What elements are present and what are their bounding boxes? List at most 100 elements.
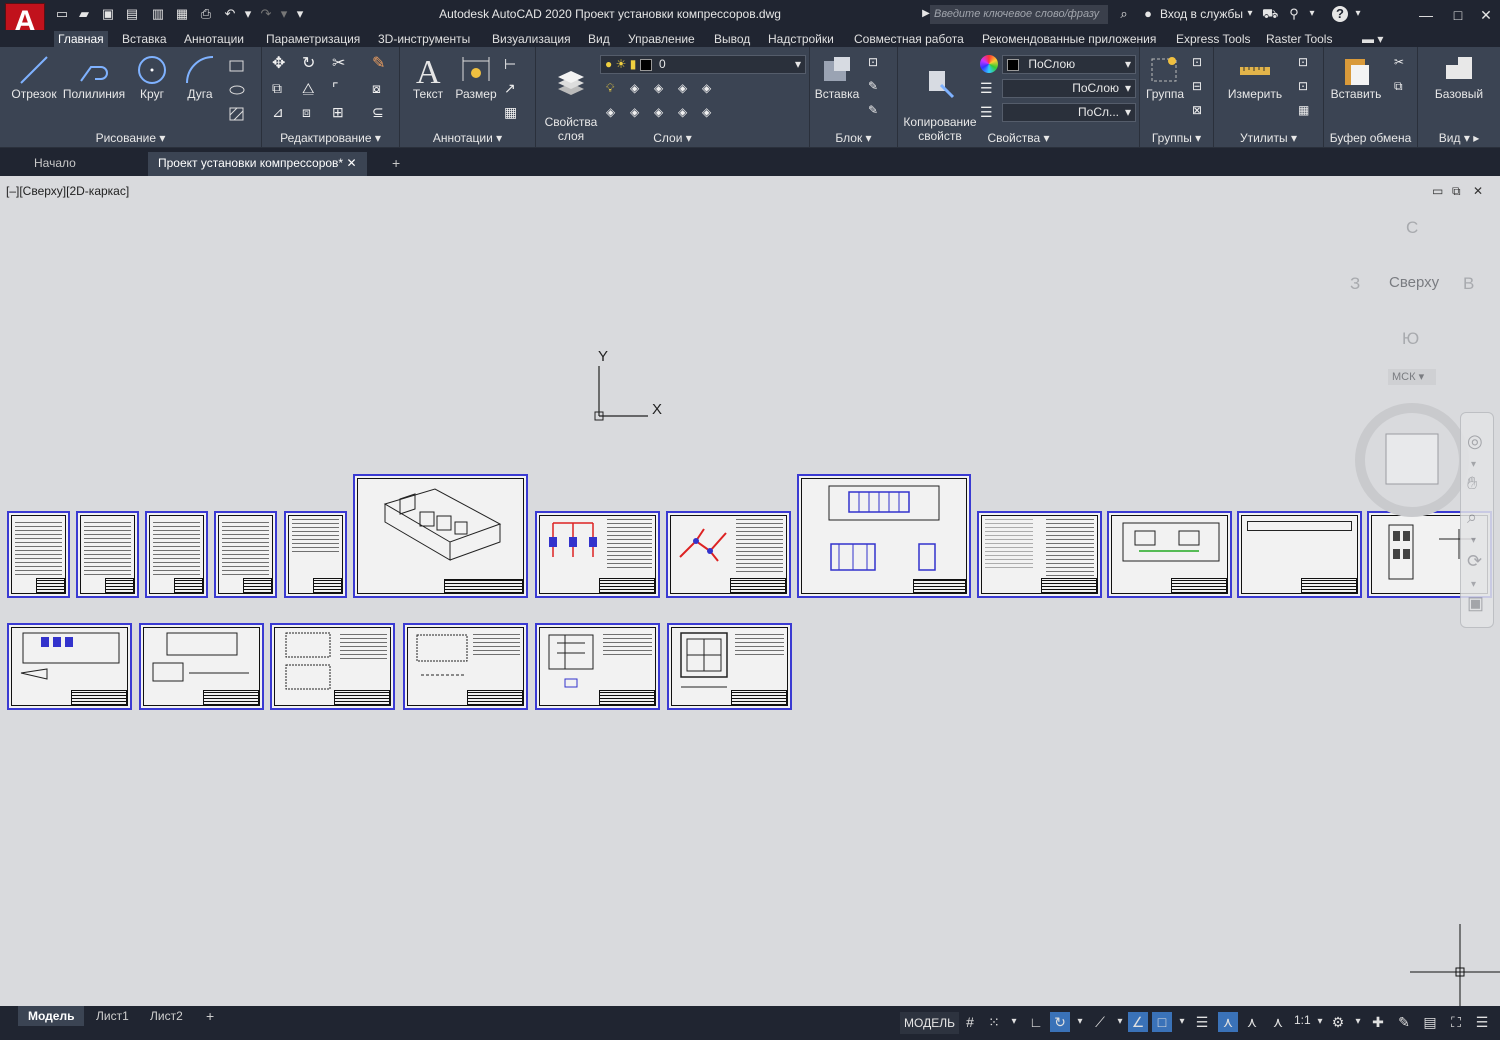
compass-north[interactable]: С — [1406, 218, 1418, 238]
steering-wheel-dropdown-icon[interactable]: ▾ — [1471, 459, 1476, 470]
quick-select-icon[interactable]: ⊡ — [1298, 55, 1316, 73]
viewport-minimize-icon[interactable]: ▭ — [1432, 184, 1443, 198]
paste-button[interactable]: Вставить — [1328, 53, 1384, 101]
linear-dim-icon[interactable]: ⊢ — [504, 55, 522, 73]
user-icon[interactable]: ● — [1140, 6, 1156, 22]
color-dropdown[interactable]: ПоСлою ▾ — [1002, 55, 1136, 74]
viewcube[interactable] — [1352, 402, 1472, 522]
lineweight-icon[interactable]: ☰ — [980, 79, 998, 97]
hardware-acceleration-icon[interactable]: ▤ — [1420, 1012, 1440, 1032]
linetype-icon[interactable]: ☰ — [980, 103, 998, 121]
erase-icon[interactable]: ✎ — [372, 55, 390, 73]
showmotion-icon[interactable]: ▣ — [1467, 593, 1484, 614]
help-icon[interactable]: ? — [1332, 6, 1348, 22]
polar-icon[interactable]: ↻ — [1050, 1012, 1070, 1032]
drawing-sheet[interactable] — [1107, 511, 1232, 598]
text-button[interactable]: A Текст — [408, 53, 448, 101]
scale-icon[interactable]: ⧈ — [302, 103, 320, 121]
drawing-sheet[interactable] — [535, 511, 660, 598]
tab-collaborate[interactable]: Совместная работа — [850, 31, 968, 47]
layer-off-icon[interactable]: 💡︎ — [606, 81, 624, 99]
panel-view-title[interactable]: Вид ▾ ▸ — [1418, 131, 1500, 145]
drawing-sheet[interactable] — [139, 623, 264, 710]
units-icon[interactable]: ✎ — [1394, 1012, 1414, 1032]
search-input[interactable]: Введите ключевое слово/фразу — [930, 5, 1108, 24]
calculator-icon[interactable]: ▦ — [1298, 103, 1316, 121]
tab-annotate[interactable]: Аннотации — [180, 31, 248, 47]
panel-properties-title[interactable]: Свойства ▾ — [898, 131, 1139, 145]
maximize-icon[interactable]: □ — [1448, 5, 1468, 25]
linetype-dropdown[interactable]: ПоСлою ▾ — [1002, 79, 1136, 98]
orbit-dropdown-icon[interactable]: ▾ — [1471, 579, 1476, 590]
drawing-sheet[interactable] — [977, 511, 1102, 598]
tab-drawing[interactable]: Проект установки компрессоров* ✕ — [148, 152, 367, 176]
viewport-close-icon[interactable]: ✕ — [1473, 184, 1483, 198]
layout-tab-model[interactable]: Модель — [18, 1006, 85, 1026]
rectangle-icon[interactable] — [228, 57, 246, 75]
match-properties-button[interactable]: Копирование свойств — [900, 53, 980, 143]
line-button[interactable]: Отрезок — [8, 53, 60, 101]
lineweight-display-icon[interactable]: ☰ — [1192, 1012, 1212, 1032]
workspace-gear-icon[interactable]: ⚙ — [1328, 1012, 1348, 1032]
zoom-extents-icon[interactable]: ⌕ — [1467, 507, 1477, 528]
annotation-scale-value[interactable]: 1:1 — [1294, 1013, 1311, 1027]
drawing-sheet[interactable] — [284, 511, 347, 598]
group-button[interactable]: Группа — [1142, 53, 1188, 101]
leader-icon[interactable]: ↗ — [504, 79, 522, 97]
tab-close-icon[interactable]: ✕ — [346, 156, 356, 170]
drawing-sheet[interactable] — [666, 511, 791, 598]
pan-icon[interactable]: ✋︎ — [1467, 473, 1477, 494]
select-all-icon[interactable]: ⊡ — [1298, 79, 1316, 97]
lineweight-dropdown[interactable]: ПоСл... ▾ — [1002, 103, 1136, 122]
array-icon[interactable]: ⊞ — [332, 103, 350, 121]
panel-clipboard-title[interactable]: Буфер обмена — [1324, 131, 1417, 145]
help-dropdown-icon[interactable]: ▾ — [1350, 6, 1366, 22]
a360-icon[interactable]: ⚲ — [1286, 6, 1302, 22]
layout-tab-sheet2[interactable]: Лист2 — [140, 1006, 193, 1026]
tab-view[interactable]: Вид — [584, 31, 614, 47]
layer-isolate-icon[interactable]: ◈ — [630, 81, 648, 99]
hatch-icon[interactable] — [228, 105, 246, 123]
isodraft-dropdown-icon[interactable]: ▾ — [1110, 1012, 1130, 1032]
drawing-sheet[interactable] — [76, 511, 139, 598]
cart-icon[interactable]: ⛟ — [1262, 6, 1278, 22]
snap-dropdown-icon[interactable]: ▾ — [1004, 1012, 1024, 1032]
arc-button[interactable]: Дуга — [180, 53, 220, 101]
panel-annotation-title[interactable]: Аннотации ▾ — [400, 131, 535, 145]
drawing-sheet[interactable] — [667, 623, 792, 710]
compass-south[interactable]: Ю — [1402, 329, 1419, 349]
annotation-scale-icon[interactable]: ⋏ — [1268, 1012, 1288, 1032]
group-select-icon[interactable]: ⊠ — [1192, 103, 1210, 121]
add-layout-icon[interactable]: + — [196, 1006, 224, 1026]
ungroup-icon[interactable]: ⊡ — [1192, 55, 1210, 73]
trim-icon[interactable]: ✂ — [332, 55, 350, 73]
a360-dropdown-icon[interactable]: ▾ — [1304, 6, 1320, 22]
clean-screen-icon[interactable]: ⛶ — [1446, 1012, 1466, 1032]
object-snap-tracking-icon[interactable]: ∠ — [1128, 1012, 1148, 1032]
drawing-viewport[interactable]: [–][Сверху][2D-каркас] ▭ ⧉ ✕ Y X Сверху … — [0, 176, 1500, 1006]
object-snap-dropdown-icon[interactable]: ▾ — [1172, 1012, 1192, 1032]
viewcube-face-label[interactable]: Сверху — [1389, 274, 1439, 291]
drawing-sheet[interactable] — [270, 623, 395, 710]
layer-previous-icon[interactable]: ◈ — [654, 105, 672, 123]
tab-parametric[interactable]: Параметризация — [262, 31, 364, 47]
tab-insert[interactable]: Вставка — [118, 31, 171, 47]
annotation-visibility-icon[interactable]: ⋏ — [1218, 1012, 1238, 1032]
group-edit-icon[interactable]: ⊟ — [1192, 79, 1210, 97]
panel-groups-title[interactable]: Группы ▾ — [1140, 131, 1213, 145]
drawing-sheet[interactable] — [7, 511, 70, 598]
new-tab-icon[interactable]: + — [382, 152, 410, 176]
drawing-sheet[interactable] — [214, 511, 277, 598]
isodraft-icon[interactable]: ⟋ — [1090, 1012, 1110, 1032]
layer-thaw-icon[interactable]: ◈ — [702, 105, 720, 123]
ortho-icon[interactable]: ∟ — [1026, 1012, 1046, 1032]
annotation-autoscale-icon[interactable]: ⋏ — [1242, 1012, 1262, 1032]
steering-wheel-icon[interactable]: ◎ — [1467, 431, 1483, 452]
drawing-sheet[interactable] — [535, 623, 660, 710]
layer-freeze-icon[interactable]: ◈ — [654, 81, 672, 99]
compass-west[interactable]: З — [1350, 274, 1360, 294]
polar-dropdown-icon[interactable]: ▾ — [1070, 1012, 1090, 1032]
tab-home[interactable]: Главная — [54, 31, 108, 47]
drawing-sheet[interactable] — [145, 511, 208, 598]
dimension-button[interactable]: Размер — [452, 53, 500, 101]
